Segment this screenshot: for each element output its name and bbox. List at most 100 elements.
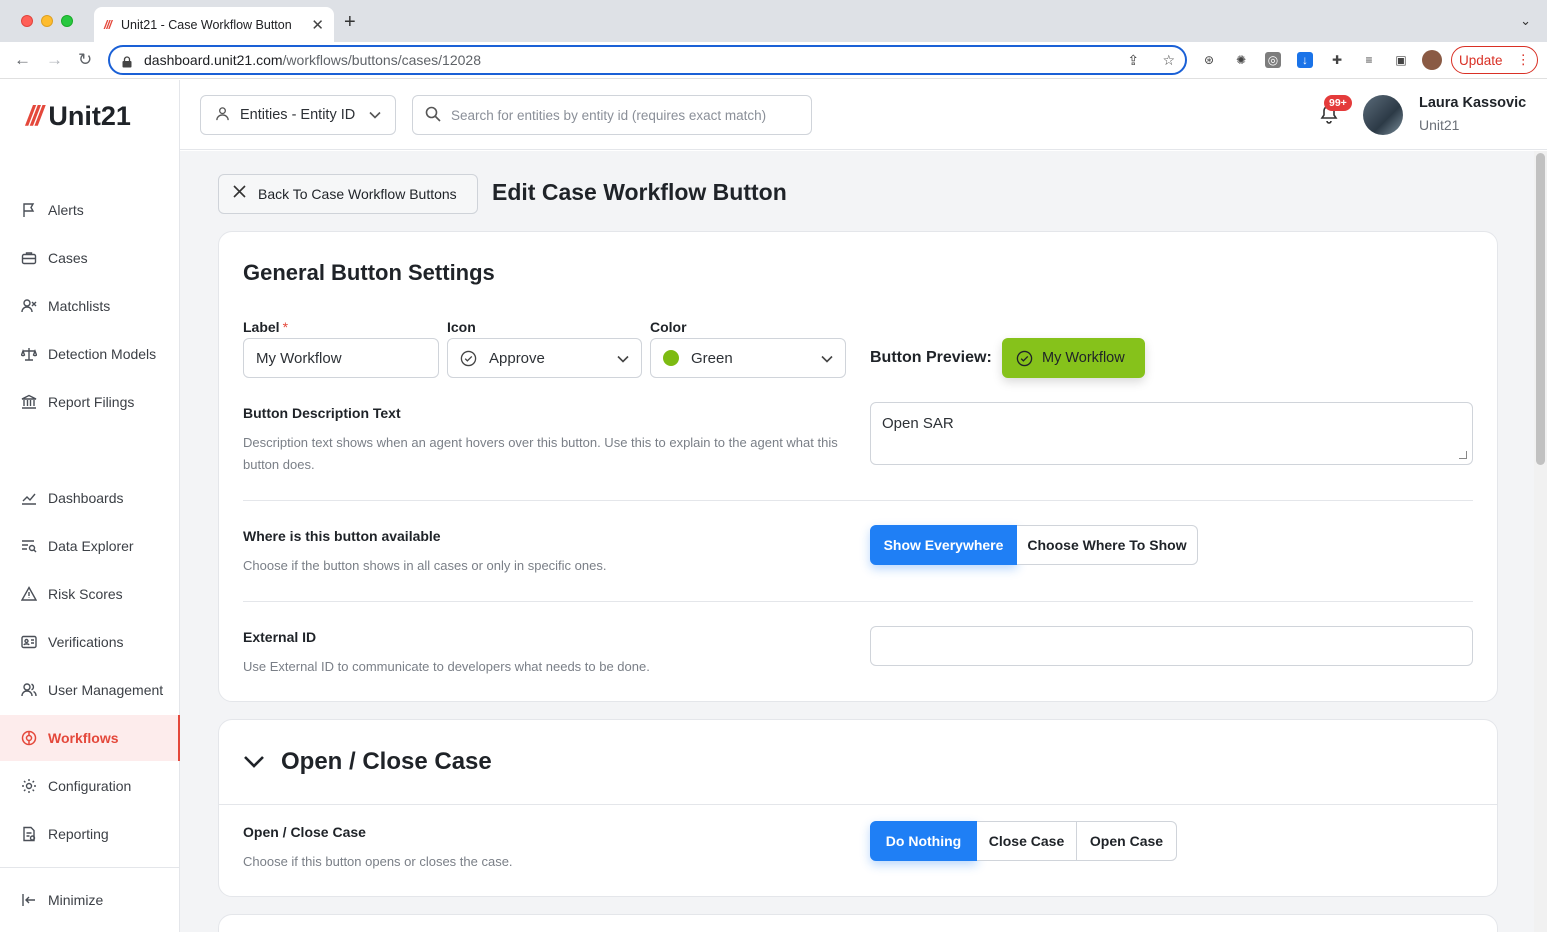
entity-type-select[interactable]: Entities - Entity ID [200, 95, 396, 135]
label-input[interactable]: My Workflow [243, 338, 439, 378]
tab-close-icon[interactable]: ✕ [311, 16, 324, 34]
choose-where-to-show-option[interactable]: Choose Where To Show [1017, 525, 1198, 565]
download-icon[interactable]: ↓ [1297, 52, 1313, 68]
sidebar-item-label: Report Filings [48, 394, 135, 410]
collapse-left-icon [20, 891, 38, 909]
icon-select[interactable]: Approve [447, 338, 642, 378]
unit21-logo[interactable]: /// Unit21 [26, 100, 131, 132]
sidebar-item-label: Dashboards [48, 490, 124, 506]
sidebar-item-label: Reporting [48, 826, 109, 842]
browser-tab[interactable]: /// Unit21 - Case Workflow Button ✕ [94, 7, 334, 42]
label-field-label: Label * [243, 319, 289, 335]
chevron-down-icon [617, 350, 629, 367]
tab-title: Unit21 - Case Workflow Button [121, 17, 292, 32]
sidepanel-icon[interactable]: ▣ [1393, 52, 1409, 68]
user-avatar[interactable] [1363, 95, 1403, 135]
sidebar-item-cases[interactable]: Cases [0, 235, 180, 281]
sidebar-item-user-management[interactable]: User Management [0, 667, 180, 713]
profile-avatar[interactable] [1422, 50, 1442, 70]
back-to-buttons-button[interactable]: Back To Case Workflow Buttons [218, 174, 478, 214]
flag-icon [20, 201, 38, 219]
sidebar-item-verifications[interactable]: Verifications [0, 619, 180, 665]
table-search-icon [20, 537, 38, 555]
unit21-favicon-icon: /// [104, 17, 112, 32]
open-close-field-title: Open / Close Case [243, 824, 366, 840]
do-nothing-option[interactable]: Do Nothing [870, 821, 977, 861]
sidebar-item-label: Alerts [48, 202, 84, 218]
open-case-option[interactable]: Open Case [1077, 821, 1177, 861]
logo-mark-icon: /// [26, 100, 43, 131]
sidebar-item-label: Detection Models [48, 346, 157, 362]
external-id-help: Use External ID to communicate to develo… [243, 659, 650, 674]
color-select[interactable]: Green [650, 338, 846, 378]
media-list-icon[interactable]: ≡ [1361, 52, 1377, 68]
sidebar-item-data-explorer[interactable]: Data Explorer [0, 523, 180, 569]
open-close-title: Open / Close Case [281, 748, 492, 775]
button-preview[interactable]: My Workflow [1002, 338, 1145, 378]
back-label: Back To Case Workflow Buttons [258, 186, 457, 202]
scrollbar-thumb[interactable] [1536, 153, 1545, 465]
user-org: Unit21 [1419, 117, 1460, 133]
general-settings-title: General Button Settings [243, 260, 495, 285]
button-preview-label-text: My Workflow [1042, 350, 1125, 366]
show-everywhere-option[interactable]: Show Everywhere [870, 525, 1017, 565]
reload-icon[interactable]: ↻ [78, 50, 92, 70]
button-preview-label: Button Preview: [870, 349, 992, 366]
extension-1-icon[interactable]: ⊛ [1201, 52, 1217, 68]
general-settings-card: General Button Settings Label * My Workfl… [218, 231, 1498, 702]
external-id-input[interactable] [870, 626, 1473, 666]
address-bar[interactable]: dashboard.unit21.com/workflows/buttons/c… [108, 45, 1187, 75]
bookmark-star-icon[interactable]: ☆ [1162, 52, 1175, 68]
sidebar-item-detection-models[interactable]: Detection Models [0, 331, 180, 377]
color-select-value: Green [691, 349, 733, 367]
chevron-down-icon [821, 350, 833, 367]
page-scrollbar[interactable] [1534, 151, 1547, 932]
window-zoom-button[interactable] [61, 15, 73, 27]
new-tab-icon[interactable]: + [344, 11, 356, 34]
extensions-puzzle-icon[interactable]: ✚ [1329, 52, 1345, 68]
user-name[interactable]: Laura Kassovic [1419, 95, 1526, 111]
sidebar-item-risk-scores[interactable]: Risk Scores [0, 571, 180, 617]
sidebar-item-reporting[interactable]: Reporting [0, 811, 180, 857]
sidebar-item-alerts[interactable]: Alerts [0, 187, 180, 233]
extension-3-icon[interactable]: ◎ [1265, 52, 1281, 68]
open-close-card: Open / Close Case Open / Close Case Choo… [218, 719, 1498, 897]
sidebar-item-configuration[interactable]: Configuration [0, 763, 180, 809]
sidebar-item-report-filings[interactable]: Report Filings [0, 379, 180, 425]
tab-search-chevron-icon[interactable]: ⌄ [1520, 13, 1531, 29]
users-icon [20, 681, 38, 699]
entity-search-input[interactable]: Search for entities by entity id (requir… [412, 95, 812, 135]
open-close-header[interactable]: Open / Close Case [243, 748, 492, 776]
extension-gear-icon[interactable]: ✺ [1233, 52, 1249, 68]
back-arrow-icon[interactable]: ← [14, 50, 31, 70]
window-minimize-button[interactable] [41, 15, 53, 27]
chevron-down-icon [243, 755, 265, 769]
workflow-icon [20, 729, 38, 747]
sidebar-item-label: Configuration [48, 778, 132, 794]
availability-toggle: Show Everywhere Choose Where To Show [870, 525, 1198, 565]
availability-title: Where is this button available [243, 528, 441, 544]
window-close-button[interactable] [21, 15, 33, 27]
minimize-button[interactable]: Minimize [0, 877, 180, 923]
close-case-option[interactable]: Close Case [977, 821, 1077, 861]
logo-text: Unit21 [48, 100, 131, 131]
sidebar-item-dashboards[interactable]: Dashboards [0, 475, 180, 521]
sidebar-item-label: Data Explorer [48, 538, 134, 554]
open-close-toggle: Do Nothing Close Case Open Case [870, 821, 1177, 861]
description-textarea[interactable]: Open SAR [870, 402, 1473, 465]
resize-handle-icon[interactable] [1459, 451, 1467, 459]
sidebar-item-matchlists[interactable]: Matchlists [0, 283, 180, 329]
sidebar-item-workflows[interactable]: Workflows [0, 715, 180, 761]
top-header: Entities - Entity ID Search for entities… [180, 80, 1547, 150]
sidebar-divider [0, 867, 180, 868]
chrome-update-button[interactable]: Update ⋮ [1451, 46, 1538, 74]
id-card-icon [20, 633, 38, 651]
sidebar-item-label: Workflows [48, 730, 119, 746]
share-icon[interactable]: ⇪ [1127, 52, 1139, 68]
update-label: Update [1458, 52, 1503, 68]
sidebar-item-label: Verifications [48, 634, 124, 650]
description-value: Open SAR [882, 415, 954, 432]
bank-icon [20, 393, 38, 411]
availability-help: Choose if the button shows in all cases … [243, 558, 607, 573]
forward-arrow-icon[interactable]: → [46, 50, 63, 70]
